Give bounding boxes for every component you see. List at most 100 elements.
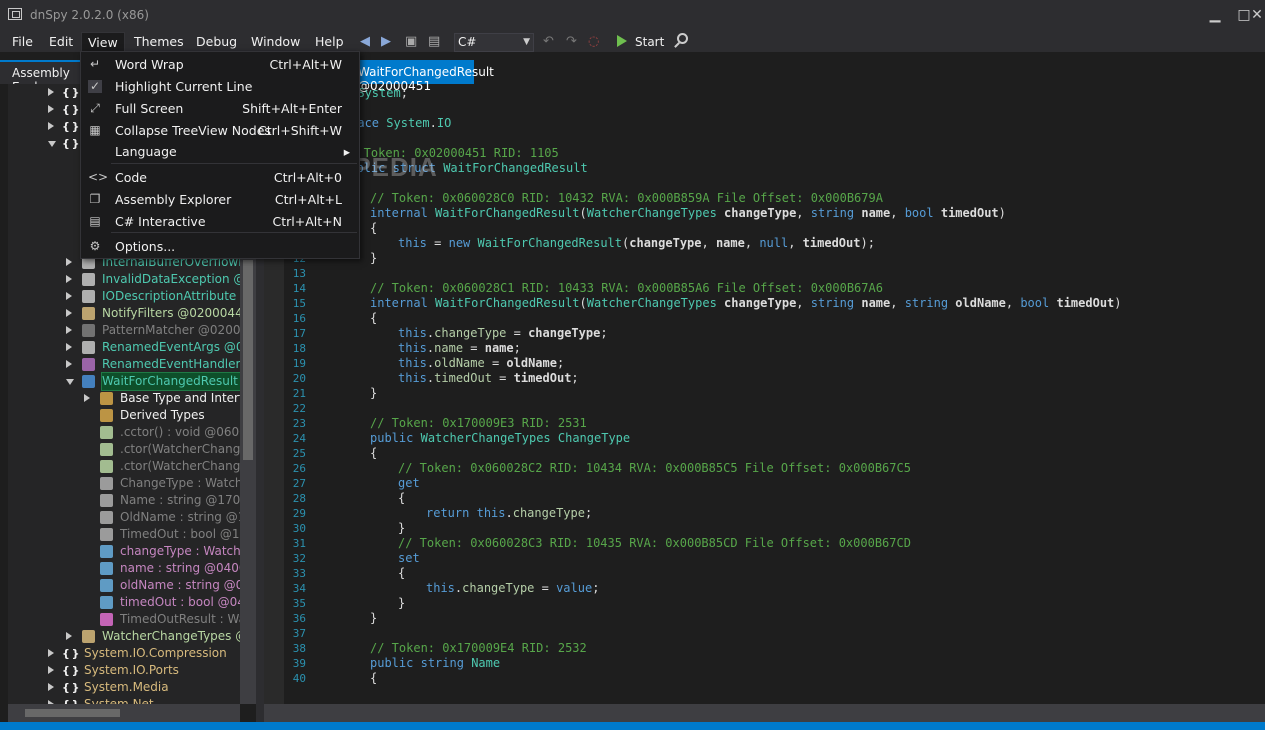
collapsed-arrow-icon[interactable] (66, 343, 72, 351)
menu-separator (111, 163, 357, 164)
code-line: { (398, 491, 406, 505)
menu-item-label: Word Wrap (115, 57, 184, 72)
search-icon[interactable] (677, 33, 688, 44)
node-type-icon (82, 324, 95, 337)
open-icon[interactable]: ▣ (405, 34, 417, 50)
collapsed-arrow-icon[interactable] (48, 683, 54, 691)
expanded-arrow-icon[interactable] (48, 141, 56, 147)
code-icon: <> (88, 170, 109, 184)
navigate-back-icon[interactable]: ◀ (360, 34, 370, 50)
code-view[interactable]: using System;namespace System.IO{// Toke… (306, 84, 1265, 704)
menu-item-full-screen[interactable]: ⤢ Full Screen Shift+Alt+Enter (82, 98, 358, 119)
collapsed-arrow-icon[interactable] (66, 258, 72, 266)
maximize-button[interactable]: □ (1237, 8, 1251, 22)
line-number: 13 (292, 267, 306, 280)
code-line: this = new WaitForChangedResult(changeTy… (398, 236, 875, 250)
menu-item-options[interactable]: ⚙ Options... (82, 236, 358, 257)
line-number: 37 (292, 627, 306, 640)
menu-edit[interactable]: Edit (43, 32, 79, 51)
menu-item-label: Assembly Explorer (115, 192, 232, 207)
collapsed-arrow-icon[interactable] (66, 275, 72, 283)
tree-node-label: name : string @04002410 (120, 561, 240, 575)
collapsed-arrow-icon[interactable] (48, 122, 54, 130)
collapsed-arrow-icon[interactable] (66, 326, 72, 334)
menu-item-collapse-treeview-nodes[interactable]: ▦ Collapse TreeView Nodes Ctrl+Shift+W (82, 120, 358, 141)
menu-help[interactable]: Help (309, 32, 350, 51)
node-type-icon (82, 273, 95, 286)
redo-icon[interactable]: ↷ (566, 34, 577, 50)
code-line: public WatcherChangeTypes ChangeType (370, 431, 631, 445)
line-number: 25 (292, 447, 306, 460)
collapsed-arrow-icon[interactable] (66, 309, 72, 317)
menu-item-shortcut: Ctrl+Shift+W (258, 123, 342, 138)
menu-view[interactable]: View (81, 32, 125, 51)
tree-node-label: IODescriptionAttribute @02000441 (102, 289, 240, 303)
line-number: 33 (292, 567, 306, 580)
menu-item-assembly-explorer[interactable]: ❐ Assembly Explorer Ctrl+Alt+L (82, 189, 358, 210)
window-title: dnSpy 2.0.2.0 (x86) (30, 8, 149, 22)
node-type-icon (100, 511, 113, 524)
menu-item-language[interactable]: Language ▸ (82, 141, 358, 162)
menu-file[interactable]: File (6, 32, 39, 51)
collapsed-arrow-icon[interactable] (66, 292, 72, 300)
stop-debug-icon[interactable]: ◌ (588, 34, 599, 50)
collapsed-arrow-icon[interactable] (48, 88, 54, 96)
tree-hscroll-thumb[interactable] (25, 709, 120, 717)
save-all-icon[interactable]: ▤ (428, 34, 440, 50)
menu-item-shortcut: Ctrl+Alt+N (272, 214, 342, 229)
tree-node-label: changeType : WatcherChangeTypes (120, 544, 240, 558)
language-select[interactable]: C# ▼ (454, 33, 534, 52)
line-number: 27 (292, 477, 306, 490)
menu-item-code[interactable]: <> Code Ctrl+Alt+0 (82, 167, 358, 188)
minimize-button[interactable]: ▁ (1208, 8, 1222, 22)
full-screen-icon: ⤢ (90, 101, 100, 115)
namespace-icon: { } (62, 86, 79, 99)
collapsed-arrow-icon[interactable] (48, 105, 54, 113)
code-line: this.oldName = oldName; (398, 356, 565, 370)
tree-node-label: System.Media (84, 680, 169, 694)
collapsed-arrow-icon[interactable] (66, 632, 72, 640)
node-type-icon (100, 562, 113, 575)
node-type-icon (82, 630, 95, 643)
close-icon[interactable]: ✕ (1250, 8, 1264, 22)
tree-node-label: System.Net (84, 697, 154, 704)
check-icon: ✓ (88, 79, 102, 93)
code-line: // Token: 0x060028C3 RID: 10435 RVA: 0x0… (398, 536, 911, 550)
editor-tab[interactable]: WaitForChangedResult @02000451 (340, 60, 494, 93)
code-horizontal-scrollbar[interactable] (264, 704, 1265, 722)
menu-themes[interactable]: Themes (128, 32, 190, 51)
menu-item-shortcut: Shift+Alt+Enter (242, 101, 342, 116)
collapsed-arrow-icon[interactable] (48, 649, 54, 657)
line-number: 15 (292, 297, 306, 310)
line-number: 20 (292, 372, 306, 385)
menu-window[interactable]: Window (245, 32, 306, 51)
menu-debug[interactable]: Debug (190, 32, 243, 51)
menu-item-highlight-current-line[interactable]: ✓ Highlight Current Line (82, 76, 358, 97)
collapsed-arrow-icon[interactable] (66, 360, 72, 368)
collapsed-arrow-icon[interactable] (48, 666, 54, 674)
undo-icon[interactable]: ↶ (543, 34, 554, 50)
tree-node-label: InvalidDataException @02000440 (102, 272, 240, 286)
code-line: { (370, 671, 378, 685)
node-type-icon (100, 426, 113, 439)
tree-scroll-thumb[interactable] (243, 260, 253, 460)
navigate-forward-icon[interactable]: ▶ (381, 34, 391, 50)
collapsed-arrow-icon[interactable] (84, 394, 90, 402)
code-line: // Token: 0x060028C0 RID: 10432 RVA: 0x0… (370, 191, 883, 205)
node-type-icon (82, 358, 95, 371)
menu-separator (111, 232, 357, 233)
tree-node-label: PatternMatcher @02000446 (102, 323, 240, 337)
menu-item-c#-interactive[interactable]: ▤ C# Interactive Ctrl+Alt+N (82, 211, 358, 232)
line-number: 39 (292, 657, 306, 670)
menu-item-word-wrap[interactable]: ↵ Word Wrap Ctrl+Alt+W (82, 54, 358, 75)
line-number: 18 (292, 342, 306, 355)
code-line: get (398, 476, 420, 490)
line-number: 28 (292, 492, 306, 505)
namespace-icon: { } (62, 137, 79, 150)
code-line: public string Name (370, 656, 501, 670)
start-button[interactable]: Start (635, 35, 664, 49)
expanded-arrow-icon[interactable] (66, 379, 74, 385)
start-icon[interactable] (617, 35, 627, 47)
node-type-icon (100, 528, 113, 541)
code-line: } (370, 386, 378, 400)
